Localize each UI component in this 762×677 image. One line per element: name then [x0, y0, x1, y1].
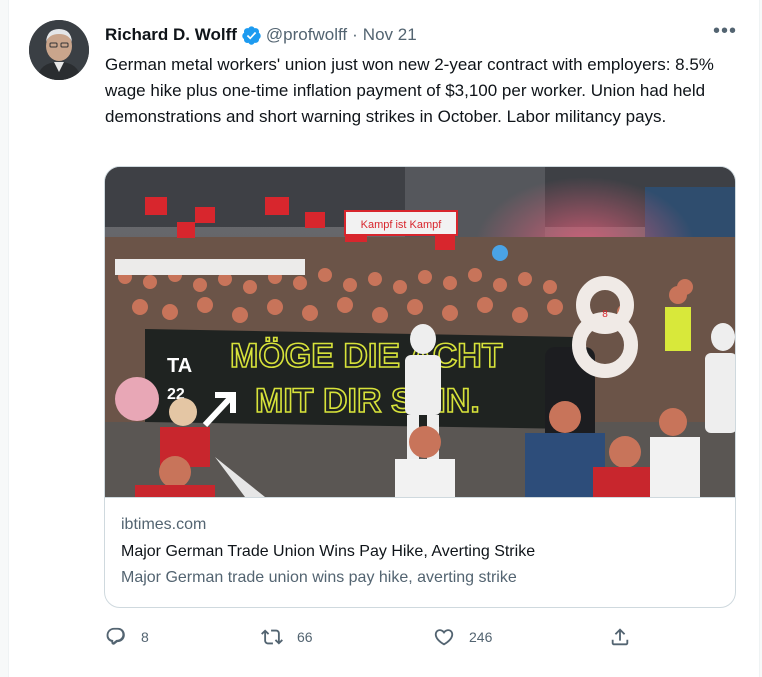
reply-icon: [106, 627, 125, 645]
card-meta[interactable]: ibtimes.com Major German Trade Union Win…: [105, 497, 735, 607]
card-title: Major German Trade Union Wins Pay Hike, …: [121, 543, 536, 560]
banner-line1: MÖGE DIE ACHT: [230, 337, 503, 375]
share-button[interactable]: [609, 622, 645, 652]
retweet-button[interactable]: 66: [261, 622, 313, 652]
heart-icon: [434, 629, 454, 646]
banner-line2: MIT DIR SEIN.: [255, 382, 480, 420]
more-options-icon[interactable]: •••: [713, 21, 737, 44]
retweet-count: 66: [297, 629, 313, 645]
retweet-icon: [261, 629, 283, 645]
reply-count: 8: [141, 629, 149, 645]
avatar[interactable]: [29, 20, 89, 80]
small-banner-text: Kampf ist Kampf: [361, 219, 443, 231]
card-description: Major German trade union wins pay hike, …: [121, 569, 517, 586]
card-domain: ibtimes.com: [121, 516, 207, 533]
banner-badge: TA: [167, 355, 192, 377]
balloon-number: 8: [602, 309, 608, 320]
link-card[interactable]: Kampf ist Kampf TA 22 MÖGE DIE ACHT MIT …: [104, 166, 736, 608]
tweet-text: German metal workers' union just won new…: [105, 55, 714, 126]
like-button[interactable]: 246: [433, 622, 492, 652]
card-image[interactable]: Kampf ist Kampf TA 22 MÖGE DIE ACHT MIT …: [105, 167, 735, 497]
verified-badge-icon: [242, 25, 261, 45]
separator: ·: [352, 25, 358, 44]
reply-button[interactable]: 8: [105, 622, 149, 652]
tweet-date[interactable]: Nov 21: [363, 25, 417, 45]
author-handle[interactable]: @profwolff: [266, 25, 347, 45]
tweet-header: Richard D. Wolff @profwolff · Nov 21: [105, 24, 417, 46]
like-count: 246: [469, 629, 493, 645]
profile-photo: [29, 20, 89, 80]
action-bar: 8 66 246: [105, 622, 645, 652]
author-name[interactable]: Richard D. Wolff: [105, 25, 237, 45]
tweet[interactable]: Richard D. Wolff @profwolff · Nov 21 •••…: [8, 0, 760, 677]
protest-photo: Kampf ist Kampf TA 22 MÖGE DIE ACHT MIT …: [105, 167, 735, 497]
share-icon: [611, 628, 629, 646]
